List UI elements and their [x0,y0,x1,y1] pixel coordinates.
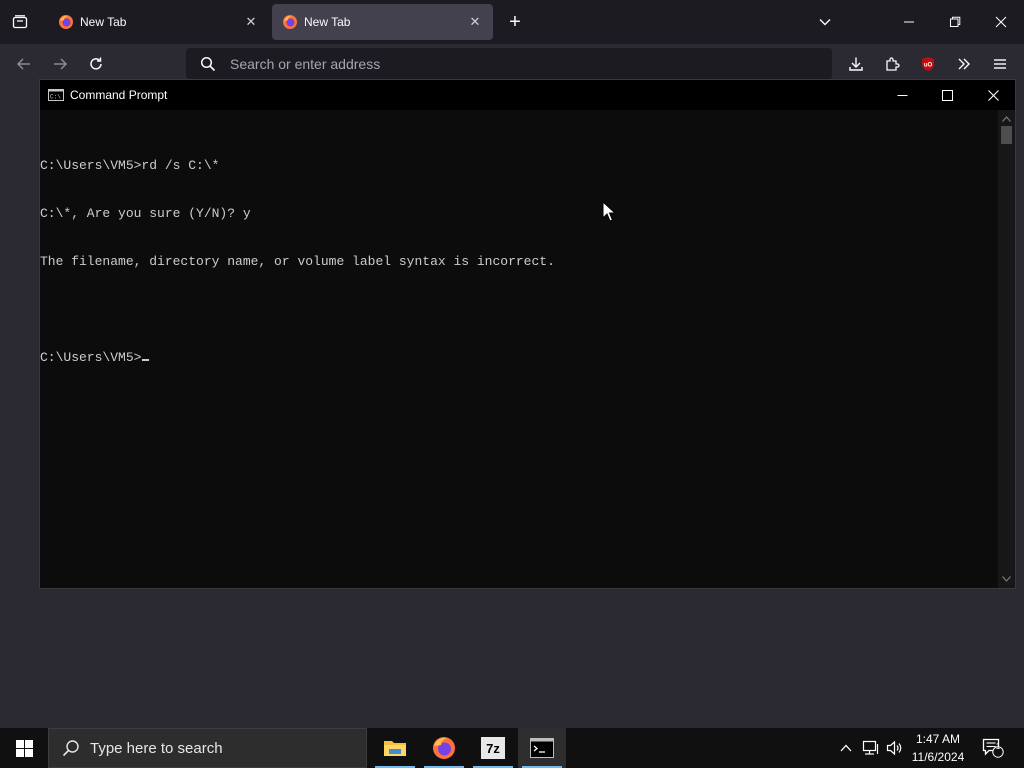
downloads-button[interactable] [844,52,868,76]
cmd-app-icon: C:\ [48,89,64,101]
svg-text:C:\: C:\ [50,94,61,101]
new-tab-button[interactable]: + [503,10,527,34]
restore-icon [950,16,961,27]
windows-logo-icon [15,739,33,757]
cmd-window-title: Command Prompt [70,88,168,102]
volume-button[interactable] [884,728,906,768]
tab-close-button[interactable]: ✕ [463,10,487,34]
cmd-minimize-button[interactable] [879,80,925,110]
reload-icon [90,57,102,70]
plus-icon: + [509,10,521,33]
svg-text:uO: uO [924,63,933,69]
search-icon [62,740,79,757]
tab-title: New Tab [304,15,351,29]
clock-time: 1:47 AM [915,732,961,746]
mouse-cursor-icon [602,201,616,222]
firefox-favicon-icon [59,15,73,29]
network-button[interactable] [860,728,882,768]
network-icon [862,740,879,755]
cmd-console-output[interactable]: C:\Users\VM5>rd /s C:\* C:\*, Are you su… [40,110,1000,588]
cmd-title-bar[interactable]: C:\ Command Prompt [40,80,1015,110]
hamburger-menu-icon [994,59,1006,69]
taskbar-search-box[interactable]: Type here to search [48,728,367,768]
speaker-icon [886,740,902,756]
browser-tab-2[interactable]: New Tab ✕ [272,4,493,40]
clock-date: 11/6/2024 [911,750,965,764]
taskbar-app-7zip[interactable]: 7z [469,728,517,768]
reload-button[interactable] [84,52,108,76]
window-close-button[interactable] [978,0,1024,44]
minimize-icon [904,21,914,23]
chevron-up-icon [840,744,852,752]
taskbar-clock[interactable]: 1:47 AM 11/6/2024 [906,730,970,766]
command-prompt-icon [530,738,554,758]
chevron-up-icon [1002,116,1011,122]
app-menu-button[interactable] [988,52,1012,76]
double-chevron-right-icon [958,58,970,70]
minimize-icon [897,94,907,96]
firefox-icon [433,737,455,759]
taskbar-app-command-prompt[interactable] [518,728,566,768]
cmd-close-button[interactable] [970,80,1016,110]
cmd-maximize-button[interactable] [924,80,970,110]
ublock-shield-icon: uO [922,57,934,71]
scroll-thumb[interactable] [1001,126,1012,144]
close-icon [987,89,999,101]
browser-nav-bar: Search or enter address uO [0,44,1024,84]
maximize-icon [941,89,953,101]
cmd-vertical-scrollbar[interactable] [998,110,1015,588]
console-prompt-line: C:\Users\VM5> [40,350,1000,366]
start-button[interactable] [0,728,48,768]
firefox-view-icon [12,15,28,29]
forward-button[interactable] [48,52,72,76]
tab-close-button[interactable]: ✕ [239,10,263,34]
taskbar-app-firefox[interactable] [420,728,468,768]
download-icon [849,57,863,71]
close-icon [995,16,1007,28]
window-minimize-button[interactable] [886,0,932,44]
back-button[interactable] [12,52,36,76]
tab-title: New Tab [80,15,127,29]
chevron-down-icon [819,19,831,26]
search-icon [200,56,216,72]
ublock-origin-button[interactable]: uO [916,52,940,76]
more-tools-button[interactable] [952,52,976,76]
list-all-tabs-button[interactable] [813,10,837,34]
console-line: C:\*, Are you sure (Y/N)? y [40,206,251,221]
browser-tab-bar: New Tab ✕ New Tab ✕ + [0,0,1024,44]
console-line: The filename, directory name, or volume … [40,254,555,269]
action-center-button[interactable]: 1 [980,728,1006,768]
console-line: C:\Users\VM5>rd /s C:\* [40,158,220,173]
arrow-left-icon [17,58,30,70]
firefox-favicon-icon [283,15,297,29]
show-hidden-icons-button[interactable] [836,728,856,768]
notification-count-badge: 1 [995,742,1001,751]
extensions-button[interactable] [880,52,904,76]
7zip-label: 7z [486,740,500,756]
windows-taskbar: Type here to search 7z 1:47 AM 11/6/2024… [0,728,1024,768]
console-prompt: C:\Users\VM5> [40,350,142,365]
arrow-right-icon [54,58,67,70]
scroll-down-arrow[interactable] [998,572,1015,586]
firefox-view-button[interactable] [8,10,32,34]
address-bar-placeholder: Search or enter address [230,56,381,72]
window-restore-button[interactable] [932,0,978,44]
7zip-icon: 7z [481,737,505,759]
folder-icon [384,741,406,756]
search-placeholder: Type here to search [90,739,223,757]
browser-tab-1[interactable]: New Tab ✕ [48,4,269,40]
address-bar[interactable]: Search or enter address [186,48,832,80]
puzzle-icon [886,57,900,71]
chevron-down-icon [1002,576,1011,582]
taskbar-app-file-explorer[interactable] [371,728,419,768]
command-prompt-window[interactable]: C:\ Command Prompt C:\Users\VM5>rd /s C:… [39,79,1016,589]
text-cursor [142,359,150,361]
scroll-up-arrow[interactable] [998,112,1015,126]
